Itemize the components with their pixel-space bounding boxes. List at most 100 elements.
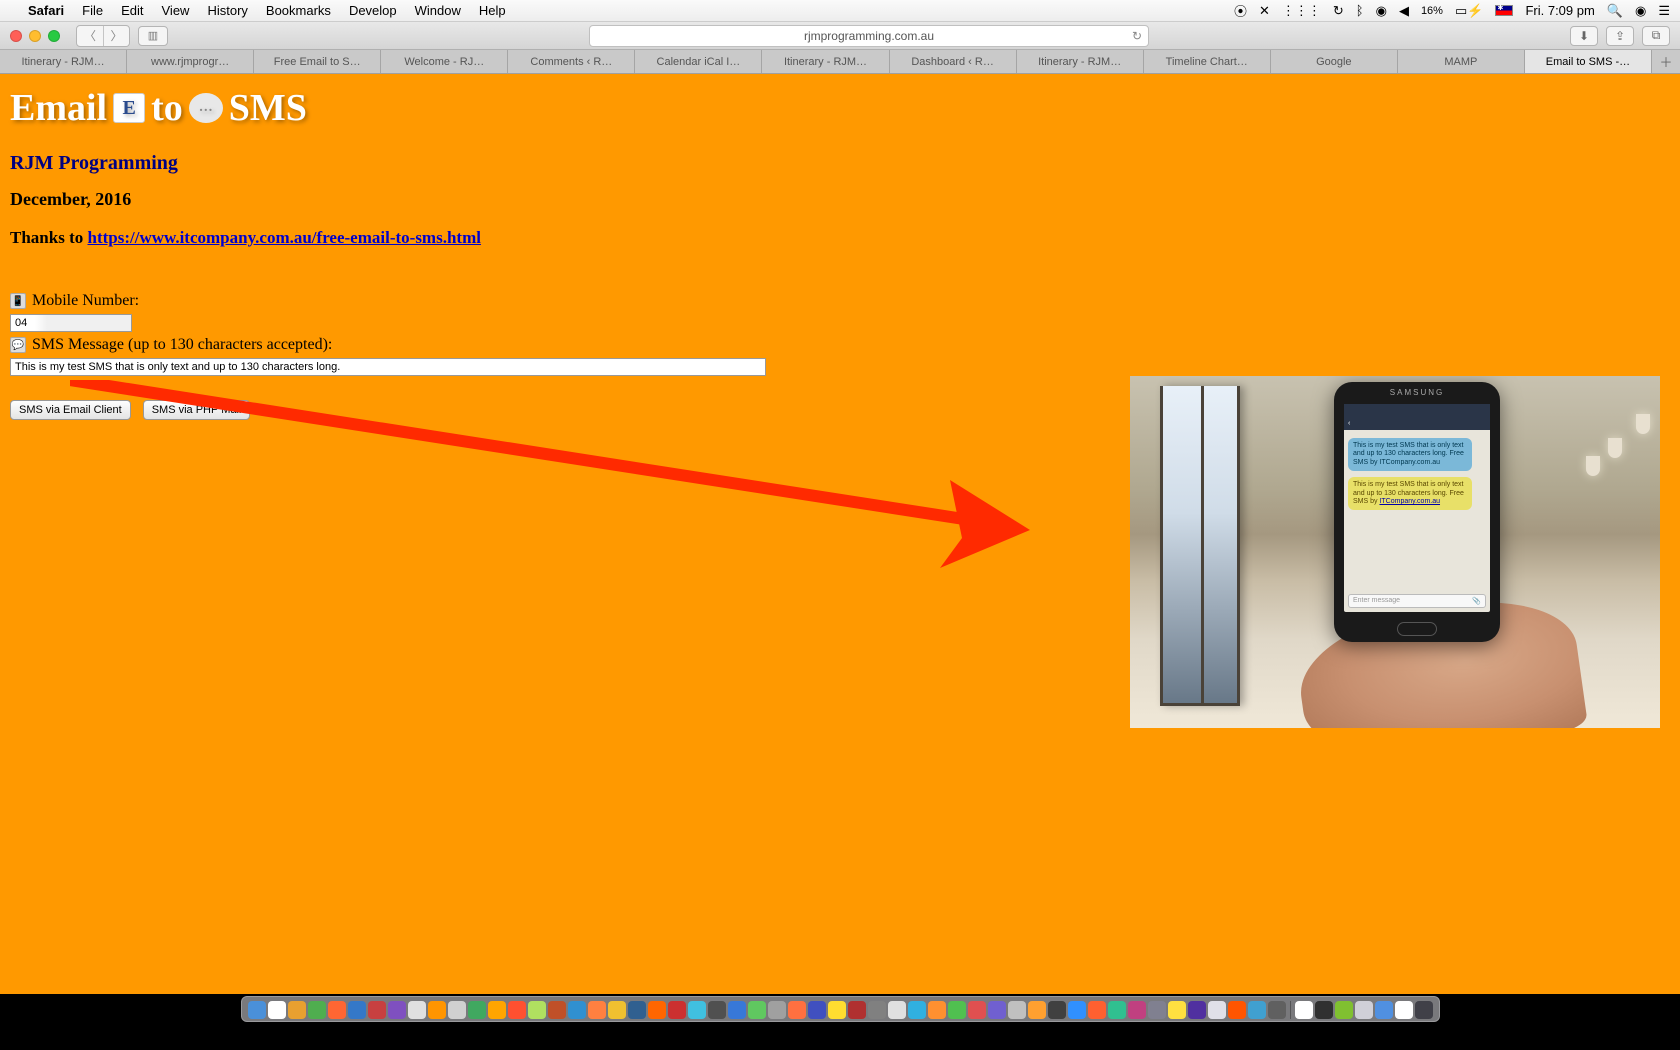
- browser-tab[interactable]: Google: [1271, 50, 1398, 73]
- menubar-clock[interactable]: Fri. 7:09 pm: [1525, 3, 1594, 18]
- input-source-flag-icon[interactable]: [1495, 5, 1513, 16]
- dock-app-icon[interactable]: [1395, 1001, 1413, 1019]
- browser-tab[interactable]: Timeline Chart…: [1144, 50, 1271, 73]
- battery-icon[interactable]: ▭⚡: [1455, 3, 1483, 19]
- dock-app-icon[interactable]: [1268, 1001, 1286, 1019]
- browser-tab-active[interactable]: Email to SMS -…: [1525, 50, 1652, 73]
- sms-message-input[interactable]: [10, 358, 766, 376]
- sms-via-email-client-button[interactable]: SMS via Email Client: [10, 400, 131, 420]
- browser-tab[interactable]: Itinerary - RJM…: [1017, 50, 1144, 73]
- dock-app-icon[interactable]: [1335, 1001, 1353, 1019]
- browser-tab[interactable]: Itinerary - RJM…: [762, 50, 889, 73]
- dock-app-icon[interactable]: [608, 1001, 626, 1019]
- dock-app-icon[interactable]: [788, 1001, 806, 1019]
- siri-icon[interactable]: ◉: [1635, 3, 1646, 19]
- status-icon[interactable]: ⋮⋮⋮: [1282, 3, 1321, 19]
- dock-app-icon[interactable]: [488, 1001, 506, 1019]
- dock-app-icon[interactable]: [1028, 1001, 1046, 1019]
- dock-app-icon[interactable]: [1068, 1001, 1086, 1019]
- dock-app-icon[interactable]: [468, 1001, 486, 1019]
- browser-tab[interactable]: Itinerary - RJM…: [0, 50, 127, 73]
- menu-develop[interactable]: Develop: [349, 3, 397, 18]
- menu-view[interactable]: View: [162, 3, 190, 18]
- dock-app-icon[interactable]: [868, 1001, 886, 1019]
- dock-app-icon[interactable]: [1315, 1001, 1333, 1019]
- dock-app-icon[interactable]: [1188, 1001, 1206, 1019]
- browser-tab[interactable]: Free Email to S…: [254, 50, 381, 73]
- dock-app-icon[interactable]: [568, 1001, 586, 1019]
- dock-app-icon[interactable]: [988, 1001, 1006, 1019]
- dock-app-icon[interactable]: [748, 1001, 766, 1019]
- dock-app-icon[interactable]: [428, 1001, 446, 1019]
- address-bar[interactable]: rjmprogramming.com.au ↻: [589, 25, 1149, 47]
- wifi-icon[interactable]: ◉: [1376, 3, 1387, 19]
- dock-app-icon[interactable]: [588, 1001, 606, 1019]
- dock-app-icon[interactable]: [528, 1001, 546, 1019]
- dock-app-icon[interactable]: [728, 1001, 746, 1019]
- downloads-button[interactable]: ⬇: [1570, 26, 1598, 46]
- browser-tab[interactable]: Calendar iCal I…: [635, 50, 762, 73]
- dock-app-icon[interactable]: [328, 1001, 346, 1019]
- menu-bookmarks[interactable]: Bookmarks: [266, 3, 331, 18]
- menu-file[interactable]: File: [82, 3, 103, 18]
- dock-app-icon[interactable]: [1108, 1001, 1126, 1019]
- menu-edit[interactable]: Edit: [121, 3, 143, 18]
- dock-app-icon[interactable]: [368, 1001, 386, 1019]
- dock-app-icon[interactable]: [1415, 1001, 1433, 1019]
- browser-tab[interactable]: www.rjmprogr…: [127, 50, 254, 73]
- dock-app-icon[interactable]: [1248, 1001, 1266, 1019]
- dock-app-icon[interactable]: [248, 1001, 266, 1019]
- dock-app-icon[interactable]: [1355, 1001, 1373, 1019]
- dock-app-icon[interactable]: [1228, 1001, 1246, 1019]
- status-icon[interactable]: ✕: [1259, 3, 1270, 19]
- dock-app-icon[interactable]: [828, 1001, 846, 1019]
- menu-help[interactable]: Help: [479, 3, 506, 18]
- dock-app-icon[interactable]: [1168, 1001, 1186, 1019]
- back-button[interactable]: 〈: [77, 26, 103, 46]
- browser-tab[interactable]: MAMP: [1398, 50, 1525, 73]
- dock-app-icon[interactable]: [388, 1001, 406, 1019]
- thanks-link[interactable]: https://www.itcompany.com.au/free-email-…: [87, 228, 480, 247]
- dock-app-icon[interactable]: [768, 1001, 786, 1019]
- dock-app-icon[interactable]: [688, 1001, 706, 1019]
- mobile-number-input[interactable]: [10, 314, 132, 332]
- dock-app-icon[interactable]: [808, 1001, 826, 1019]
- dock-app-icon[interactable]: [948, 1001, 966, 1019]
- close-window-button[interactable]: [10, 30, 22, 42]
- dock-app-icon[interactable]: [548, 1001, 566, 1019]
- status-icon[interactable]: ⦿: [1234, 1, 1247, 20]
- dock-app-icon[interactable]: [448, 1001, 466, 1019]
- sidebar-toggle-button[interactable]: ▥: [138, 26, 168, 46]
- dock-app-icon[interactable]: [1088, 1001, 1106, 1019]
- dock-app-icon[interactable]: [928, 1001, 946, 1019]
- app-menu[interactable]: Safari: [28, 3, 64, 18]
- dock-app-icon[interactable]: [1048, 1001, 1066, 1019]
- dock-app-icon[interactable]: [888, 1001, 906, 1019]
- notification-center-icon[interactable]: ☰: [1658, 3, 1670, 19]
- dock-app-icon[interactable]: [1128, 1001, 1146, 1019]
- tabs-button[interactable]: ⧉: [1642, 26, 1670, 46]
- browser-tab[interactable]: Welcome - RJ…: [381, 50, 508, 73]
- dock-app-icon[interactable]: [508, 1001, 526, 1019]
- share-button[interactable]: ⇪: [1606, 26, 1634, 46]
- volume-icon[interactable]: ◀: [1399, 3, 1409, 19]
- dock-app-icon[interactable]: [1008, 1001, 1026, 1019]
- bluetooth-icon[interactable]: ᛒ: [1356, 3, 1364, 18]
- dock-app-icon[interactable]: [348, 1001, 366, 1019]
- dock-app-icon[interactable]: [968, 1001, 986, 1019]
- new-tab-button[interactable]: ＋: [1652, 50, 1680, 73]
- minimize-window-button[interactable]: [29, 30, 41, 42]
- dock-app-icon[interactable]: [1148, 1001, 1166, 1019]
- forward-button[interactable]: 〉: [103, 26, 129, 46]
- dock-app-icon[interactable]: [708, 1001, 726, 1019]
- dock-app-icon[interactable]: [1295, 1001, 1313, 1019]
- menu-history[interactable]: History: [207, 3, 247, 18]
- dock-app-icon[interactable]: [1208, 1001, 1226, 1019]
- zoom-window-button[interactable]: [48, 30, 60, 42]
- browser-tab[interactable]: Dashboard ‹ R…: [890, 50, 1017, 73]
- dock-app-icon[interactable]: [668, 1001, 686, 1019]
- dock-app-icon[interactable]: [628, 1001, 646, 1019]
- reload-icon[interactable]: ↻: [1132, 29, 1142, 43]
- spotlight-icon[interactable]: 🔍: [1607, 3, 1623, 19]
- menu-window[interactable]: Window: [415, 3, 461, 18]
